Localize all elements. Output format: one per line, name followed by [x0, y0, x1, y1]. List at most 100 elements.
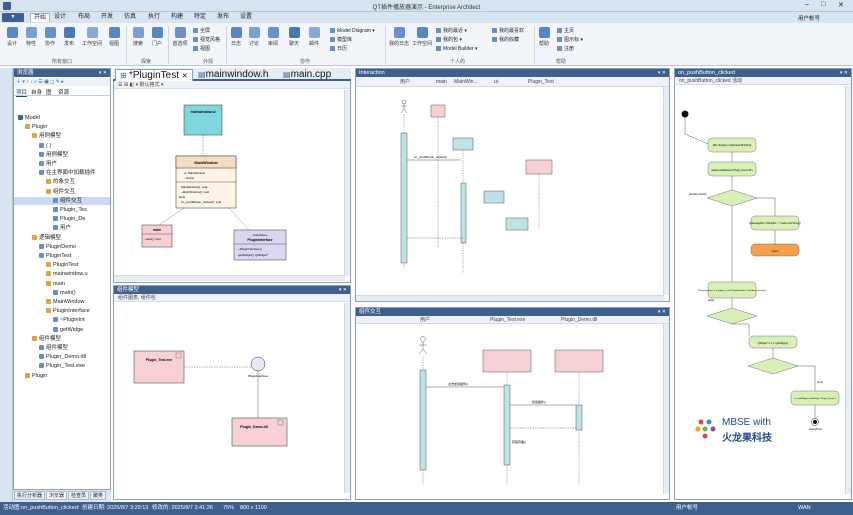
vertical-scrollbar[interactable]	[344, 303, 350, 493]
tab-mainwindow-h[interactable]: ▤mainwindow.h	[194, 69, 272, 81]
tree-item[interactable]: Plugin_De	[14, 215, 110, 223]
plugin-demo-dll-component[interactable]: Plugin_Demo.dll	[231, 417, 288, 447]
tab-resources[interactable]: 资源	[58, 88, 69, 96]
tree-item[interactable]: PluginTest	[14, 261, 110, 269]
class-diagram-canvas[interactable]: mainwindow.ui MainWindow ui: MainWindow …	[114, 90, 344, 275]
fullscreen-button[interactable]: 全屏	[193, 28, 210, 35]
portal-button[interactable]: 门户	[149, 27, 165, 47]
mainwindow-class[interactable]: MainWindow ui: MainWindow - button MainW…	[175, 155, 237, 209]
tree-item[interactable]: Model	[14, 114, 110, 122]
home-link[interactable]: 主页	[557, 28, 574, 35]
close-icon[interactable]: ✕	[182, 73, 188, 80]
interaction-canvas[interactable]: on_pushButton_clicked()	[356, 88, 664, 294]
plugin-interface-class[interactable]: «interface» PluginInterface ~PluginInter…	[233, 229, 287, 261]
panel-controls-icon[interactable]: ▾ ✕	[840, 69, 848, 77]
tree-item[interactable]: 用例模型	[14, 132, 110, 140]
close-icon[interactable]: ▾ ✕	[99, 69, 107, 77]
tree-item[interactable]: 逻辑模型	[14, 234, 110, 242]
my-workspace-button[interactable]: 工作空间	[412, 27, 432, 47]
tab-context[interactable]: 自身	[31, 88, 42, 96]
close-icon[interactable]: ✕	[838, 1, 844, 9]
mainwindow-ui-class[interactable]: mainwindow.ui	[183, 104, 223, 136]
activity-node[interactable]	[748, 335, 798, 349]
menu-simulate[interactable]: 仿真	[121, 13, 139, 22]
tree-item[interactable]: Plugin_Tes	[14, 206, 110, 214]
horizontal-scrollbar[interactable]	[356, 295, 664, 301]
menu-layout[interactable]: 布局	[75, 13, 93, 22]
tree-item[interactable]: Plugin_Test.exe	[14, 362, 110, 370]
preferences-button[interactable]: 首选项	[171, 27, 189, 47]
model-builder-button[interactable]: Model Builder ▾	[436, 46, 477, 53]
comp-interaction-canvas[interactable]: 点击加载插件() 加载插件() 获取界面()	[356, 325, 664, 495]
design-button[interactable]: 设计	[4, 27, 20, 47]
legend-link[interactable]: 图示标 ▾	[557, 37, 583, 44]
tree-item[interactable]: 组件模型	[14, 335, 110, 343]
tab-plugintest[interactable]: ⊞ *PluginTest ✕	[115, 69, 193, 81]
maximize-icon[interactable]: □	[821, 1, 825, 8]
panel-controls-icon[interactable]: ▾ ✕	[658, 308, 666, 316]
menu-develop[interactable]: 开发	[98, 13, 116, 22]
plugin-test-exe-component[interactable]: Plugin_Test.exe	[133, 350, 185, 384]
view-button[interactable]: 视图	[106, 27, 122, 47]
tab-inspector[interactable]: 检查员	[68, 491, 90, 500]
decision-node[interactable]	[706, 307, 758, 325]
tree-item[interactable]: Plugin	[14, 372, 110, 380]
model-diagram-button[interactable]: Model Diagram ▾	[330, 28, 375, 35]
menu-publish[interactable]: 发布	[214, 13, 232, 22]
collaborate-button[interactable]: 协作	[42, 27, 58, 47]
vertical-scrollbar[interactable]	[344, 90, 350, 276]
tree-item[interactable]: 用例模型	[14, 151, 110, 159]
tree-item[interactable]: PluginInterface	[14, 307, 110, 315]
search-button[interactable]: 搜索	[130, 27, 146, 47]
register-link[interactable]: 注册	[557, 46, 574, 53]
panel-controls-icon[interactable]: ▾ ✕	[658, 69, 666, 77]
tree-item[interactable]: MainWindow	[14, 298, 110, 306]
workspace-button[interactable]: 工作空间	[80, 27, 104, 47]
tree-item[interactable]: ~PluginInt	[14, 316, 110, 324]
menu-home[interactable]: 开始	[30, 13, 51, 22]
tree-item[interactable]: mainwindow.u	[14, 270, 110, 278]
tree-item[interactable]: 组件交互	[14, 196, 110, 205]
vertical-scrollbar[interactable]	[845, 86, 851, 494]
tab-cluster[interactable]: 聚类	[90, 491, 107, 500]
tree-item[interactable]: PluginDemo	[14, 243, 110, 251]
tree-item[interactable]: main()	[14, 289, 110, 297]
my-packages-button[interactable]: 我的包 ▾	[436, 37, 462, 44]
main-class[interactable]: main main(): void	[141, 224, 173, 248]
minimize-icon[interactable]: –	[805, 1, 809, 8]
app-menu-button[interactable]: ▾	[2, 13, 24, 22]
mail-button[interactable]: 邮件	[307, 27, 321, 47]
tree-item[interactable]: main	[14, 280, 110, 288]
review-button[interactable]: 审阅	[266, 27, 280, 47]
user-account[interactable]: 用户帐号	[798, 14, 820, 22]
menu-design[interactable]: 设计	[51, 13, 69, 22]
tree-item[interactable]: 在主界面中加载插件	[14, 169, 110, 177]
tree-item[interactable]: Plugin_Demo.dll	[14, 353, 110, 361]
decision-node[interactable]	[747, 357, 799, 375]
tree-item[interactable]: 的象交互	[14, 178, 110, 186]
my-favorites-button[interactable]: 我的最喜欢	[492, 28, 524, 35]
publish-button[interactable]: 发布	[61, 27, 77, 47]
model-library-button[interactable]: 模型库	[330, 37, 352, 44]
menu-construct[interactable]: 构建	[168, 13, 186, 22]
tree-item[interactable]: 用户	[14, 224, 110, 232]
menu-execute[interactable]: 执行	[145, 13, 163, 22]
horizontal-scrollbar[interactable]	[114, 275, 345, 281]
tree-item[interactable]: 用户	[14, 160, 110, 168]
help-button[interactable]: 帮助	[537, 27, 551, 47]
tree-item[interactable]: PluginTest	[14, 252, 110, 260]
tab-project[interactable]: 项目	[16, 88, 28, 97]
visual-style-button[interactable]: 视觉风格	[193, 37, 220, 44]
tab-execution-analyzer[interactable]: 执行分析器	[14, 491, 46, 500]
journal-button[interactable]: 日志	[229, 27, 243, 47]
tree-item[interactable]: Plugin	[14, 123, 110, 131]
component-canvas[interactable]: Plugin_Test.exe PluginInterface Plugin_D…	[114, 303, 344, 493]
tab-browser[interactable]: 浏览器	[46, 491, 68, 500]
my-journal-button[interactable]: 我的日志	[388, 27, 410, 47]
chat-button[interactable]: 聊天	[287, 27, 301, 47]
tab-diagram[interactable]: 图	[46, 88, 52, 96]
my-collection-button[interactable]: 我的收藏	[492, 37, 519, 44]
menu-specialize[interactable]: 特定	[191, 13, 209, 22]
tree-item[interactable]: ( )	[14, 142, 110, 150]
tree-item[interactable]: 组件交互	[14, 188, 110, 196]
